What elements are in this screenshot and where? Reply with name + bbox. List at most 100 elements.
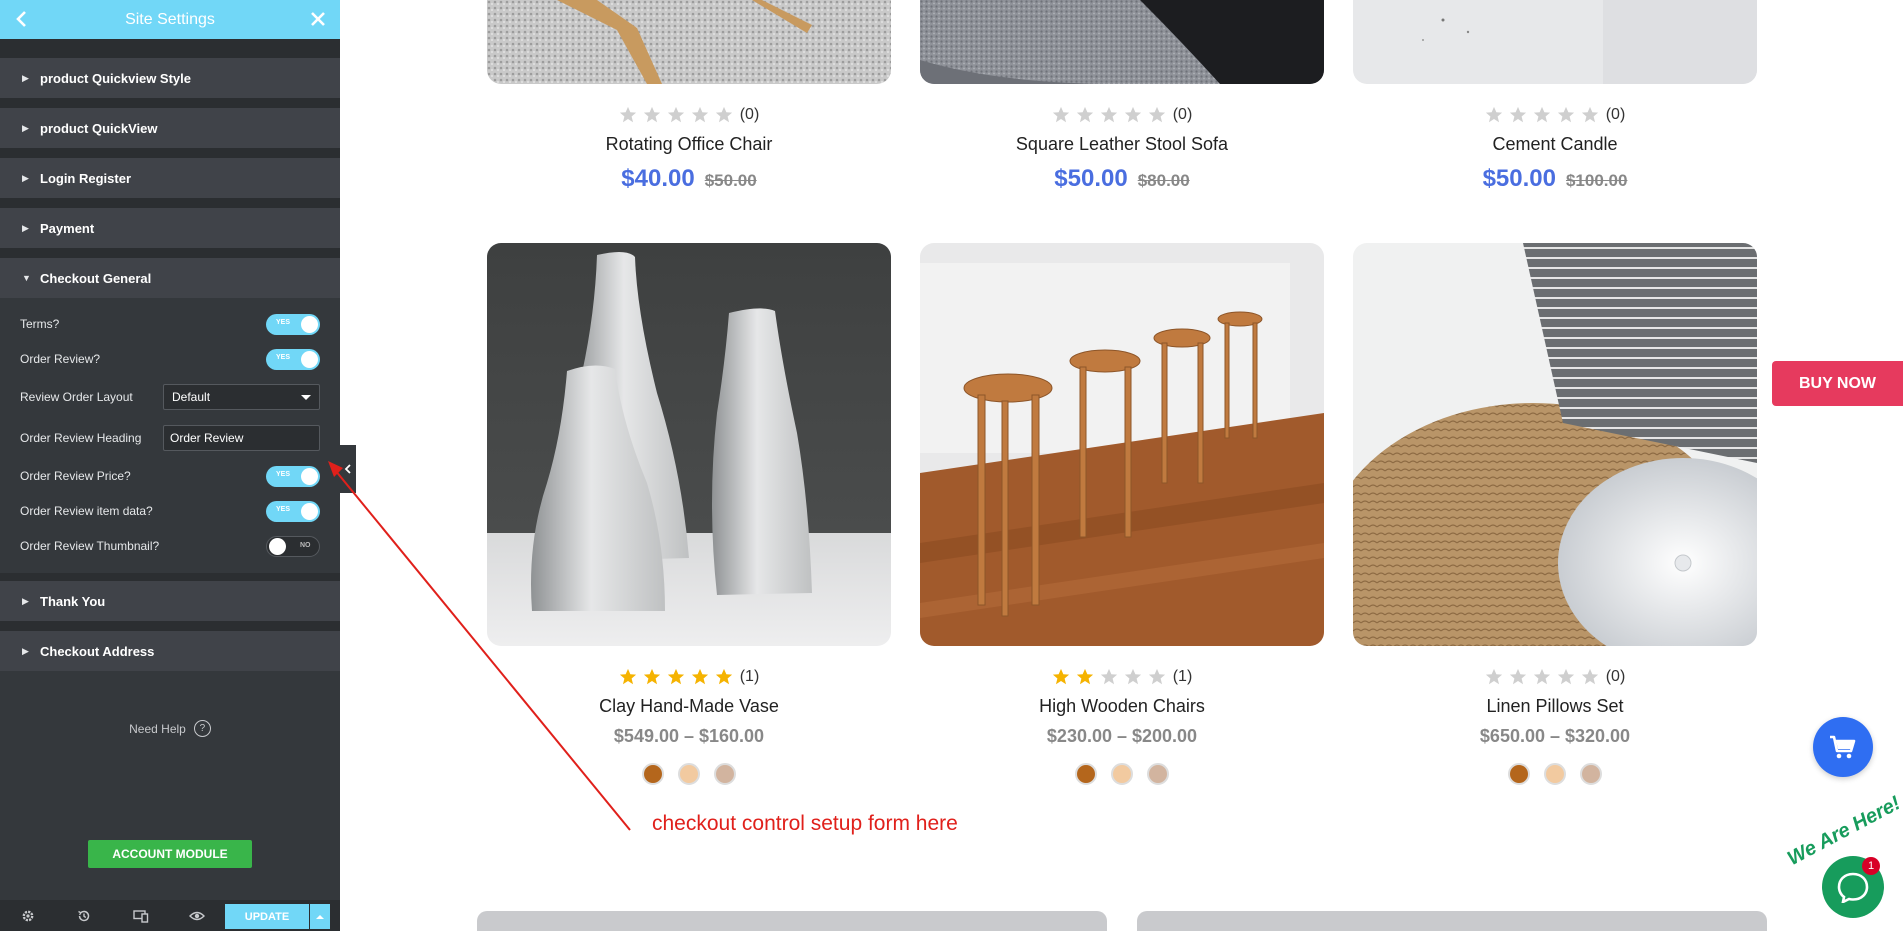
star-icon — [715, 668, 732, 685]
old-price: $100.00 — [1565, 171, 1628, 190]
control-order-review-heading: Order Review Heading — [20, 424, 320, 452]
color-swatch[interactable] — [714, 763, 736, 785]
product-title[interactable]: High Wooden Chairs — [920, 696, 1324, 718]
product-price: $50.00 $80.00 — [920, 165, 1324, 193]
control-review-order-layout: Review Order Layout Default — [20, 383, 320, 411]
star-icon — [619, 106, 636, 123]
section-payment[interactable]: ▶ Payment — [0, 208, 340, 248]
product-title[interactable]: Clay Hand-Made Vase — [487, 696, 891, 718]
history-icon[interactable] — [55, 900, 113, 931]
product-price: $50.00 $100.00 — [1353, 165, 1757, 193]
account-module-button[interactable]: ACCOUNT MODULE — [88, 840, 252, 868]
section-product-quickview-style[interactable]: ▶ product Quickview Style — [0, 58, 340, 98]
color-swatch[interactable] — [678, 763, 700, 785]
product-image-cement-candle[interactable] — [1353, 0, 1757, 84]
color-swatch[interactable] — [1508, 763, 1530, 785]
product-card-cement-candle: (0) Cement Candle $50.00 $100.00 — [1353, 105, 1757, 193]
need-help[interactable]: Need Help ? — [0, 720, 340, 737]
caret-right-icon: ▶ — [22, 223, 29, 233]
product-title[interactable]: Linen Pillows Set — [1353, 696, 1757, 718]
section-product-quickview[interactable]: ▶ product QuickView — [0, 108, 340, 148]
product-title[interactable]: Cement Candle — [1353, 134, 1757, 156]
product-image-office-chair[interactable] — [487, 0, 891, 84]
product-image-wooden-chairs[interactable] — [920, 243, 1324, 646]
color-swatch[interactable] — [642, 763, 664, 785]
star-icon — [1052, 668, 1069, 685]
preview-eye-icon[interactable] — [169, 900, 225, 931]
old-price: $80.00 — [1137, 171, 1190, 190]
product-image-linen-pillows[interactable] — [1353, 243, 1757, 646]
dropdown-arrow-icon — [301, 394, 311, 400]
panel-footer: UPDATE — [0, 900, 340, 931]
section-thank-you[interactable]: ▶ Thank You — [0, 581, 340, 621]
divider — [0, 198, 340, 208]
product-image-stool-sofa[interactable] — [920, 0, 1324, 84]
product-price: $40.00 $50.00 — [487, 165, 891, 193]
star-icon — [1124, 106, 1141, 123]
star-icon — [715, 106, 732, 123]
rating-stars: (1) — [487, 667, 891, 687]
section-label: Login Register — [40, 170, 132, 186]
sale-price: $50.00 — [1482, 165, 1556, 192]
caret-right-icon: ▶ — [22, 73, 29, 83]
order-review-heading-input[interactable] — [163, 425, 320, 451]
responsive-mode-icon[interactable] — [113, 900, 169, 931]
toggle-text: NO — [300, 541, 311, 549]
star-icon — [1581, 668, 1598, 685]
star-icon — [1557, 668, 1574, 685]
settings-gear-icon[interactable] — [0, 900, 55, 931]
buy-now-button[interactable]: BUY NOW — [1772, 361, 1903, 406]
rating-stars: (0) — [1353, 667, 1757, 687]
star-icon — [1581, 106, 1598, 123]
star-icon — [643, 106, 660, 123]
page: Site Settings ▶ product Quickview Style … — [0, 0, 1903, 931]
review-order-layout-select[interactable]: Default — [163, 384, 320, 410]
section-login-register[interactable]: ▶ Login Register — [0, 158, 340, 198]
help-label: Need Help — [129, 721, 186, 736]
section-label: Checkout Address — [40, 643, 155, 659]
update-options-caret-icon[interactable] — [310, 904, 330, 929]
star-icon — [1557, 106, 1574, 123]
caret-right-icon: ▶ — [22, 596, 29, 606]
section-checkout-general[interactable]: ▼ Checkout General — [0, 258, 340, 298]
update-button[interactable]: UPDATE — [225, 904, 309, 929]
next-card-right — [1137, 911, 1767, 931]
cart-icon[interactable] — [1813, 717, 1873, 777]
product-title[interactable]: Square Leather Stool Sofa — [920, 134, 1324, 156]
price-range: $650.00 – $320.00 — [1479, 726, 1631, 746]
order-review-price-toggle[interactable]: YES — [266, 465, 320, 487]
control-order-review-thumbnail: Order Review Thumbnail? NO — [20, 532, 320, 560]
terms-toggle[interactable]: YES — [266, 313, 320, 335]
annotation-text: checkout control setup form here — [652, 812, 958, 835]
chat-unread-badge: 1 — [1862, 857, 1880, 875]
back-chevron-icon[interactable] — [12, 9, 32, 29]
toggle-text: YES — [276, 470, 291, 478]
close-icon[interactable] — [308, 9, 328, 29]
product-image-clay-vase[interactable] — [487, 243, 891, 646]
rating-count: (1) — [1172, 668, 1193, 685]
star-icon — [667, 668, 684, 685]
rating-stars: (1) — [920, 667, 1324, 687]
star-icon — [1076, 668, 1093, 685]
star-icon — [667, 106, 684, 123]
order-review-item-toggle[interactable]: YES — [266, 500, 320, 522]
product-title[interactable]: Rotating Office Chair — [487, 134, 891, 156]
color-swatch[interactable] — [1544, 763, 1566, 785]
color-swatch[interactable] — [1147, 763, 1169, 785]
panel-header: Site Settings — [0, 0, 340, 39]
order-review-thumbnail-toggle[interactable]: NO — [266, 535, 320, 557]
star-icon — [1485, 668, 1502, 685]
star-icon — [1148, 106, 1165, 123]
color-swatch[interactable] — [1075, 763, 1097, 785]
color-swatches — [487, 763, 891, 785]
product-card-stool-sofa: (0) Square Leather Stool Sofa $50.00 $80.… — [920, 105, 1324, 193]
color-swatch[interactable] — [1111, 763, 1133, 785]
star-icon — [1076, 106, 1093, 123]
toggle-text: YES — [276, 505, 291, 513]
star-icon — [1100, 106, 1117, 123]
section-checkout-address[interactable]: ▶ Checkout Address — [0, 631, 340, 671]
order-review-toggle[interactable]: YES — [266, 348, 320, 370]
star-icon — [1533, 106, 1550, 123]
color-swatch[interactable] — [1580, 763, 1602, 785]
collapse-panel-button[interactable] — [340, 445, 356, 493]
